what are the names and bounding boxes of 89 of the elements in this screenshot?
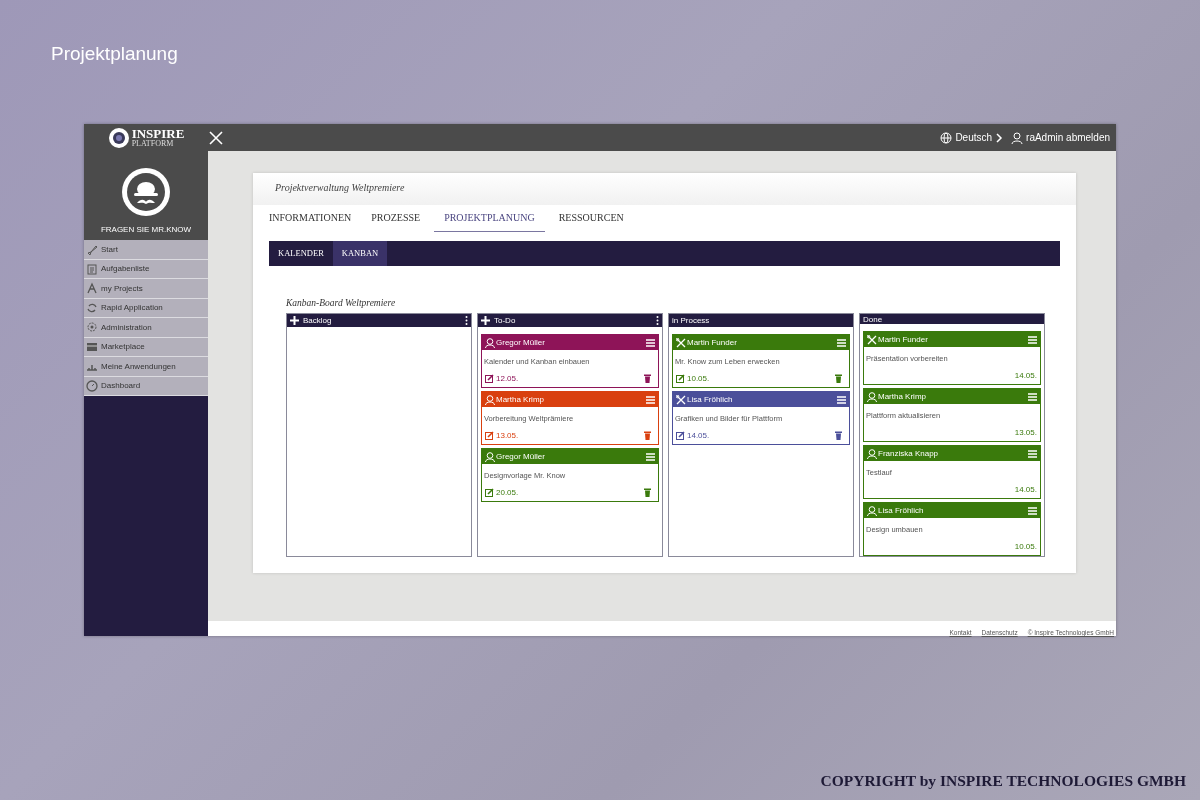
hamburger-menu-icon[interactable] xyxy=(1028,392,1037,401)
kebab-menu-icon[interactable] xyxy=(465,316,468,325)
person-icon xyxy=(485,394,495,405)
hamburger-menu-icon[interactable] xyxy=(1028,449,1037,458)
due-date: 10.05. xyxy=(687,373,710,383)
due-date: 14.05. xyxy=(687,430,710,440)
due-date: 13.05. xyxy=(1014,427,1037,437)
trash-icon[interactable] xyxy=(835,373,842,383)
tab[interactable]: PROJEKTPLANUNG xyxy=(434,205,545,232)
hamburger-menu-icon[interactable] xyxy=(646,395,655,404)
assignee-name: Gregor Müller xyxy=(496,338,546,347)
assignee-name: Lisa Fröhlich xyxy=(878,506,925,515)
hamburger-menu-icon[interactable] xyxy=(646,338,655,347)
menu-item-icon xyxy=(86,321,98,334)
globe-icon xyxy=(940,131,953,144)
column-title: Backlog xyxy=(303,316,333,325)
board-title: Kanban-Board Weltpremiere xyxy=(286,298,397,308)
edit-icon[interactable] xyxy=(676,373,685,383)
due-date: 10.05. xyxy=(1014,541,1037,551)
language-selector[interactable]: Deutsch xyxy=(940,131,1004,144)
plus-icon[interactable] xyxy=(481,316,490,325)
subtab[interactable]: KANBAN xyxy=(332,241,388,266)
logout-link[interactable]: raAdmin abmelden xyxy=(1011,131,1110,144)
crossed-tools-icon xyxy=(676,394,686,405)
copyright-text: COPYRIGHT by INSPIRE TECHNOLOGIES GMBH xyxy=(820,772,1186,790)
person-icon xyxy=(867,391,877,402)
edit-icon[interactable] xyxy=(485,373,494,383)
assignee-name: Lisa Fröhlich xyxy=(687,395,734,404)
kebab-menu-icon[interactable] xyxy=(656,316,659,325)
sidebar-item[interactable]: Start xyxy=(84,240,208,260)
due-date: 12.05. xyxy=(496,373,519,383)
menu-item-icon xyxy=(86,340,98,353)
column-title: To-Do xyxy=(494,316,517,325)
trash-icon[interactable] xyxy=(644,487,651,497)
sidebar-item[interactable]: Dashboard xyxy=(84,376,208,396)
column-title: Done xyxy=(863,314,884,324)
menu-item-icon xyxy=(86,301,98,314)
assignee-name: Franziska Knapp xyxy=(878,449,940,458)
sidebar-item[interactable]: Aufgabenliste xyxy=(84,259,208,279)
menu-item-icon xyxy=(86,282,98,295)
person-icon xyxy=(867,505,877,516)
close-icon[interactable] xyxy=(208,129,224,146)
edit-icon[interactable] xyxy=(485,430,494,440)
hamburger-menu-icon[interactable] xyxy=(837,338,846,347)
trash-icon[interactable] xyxy=(835,430,842,440)
sidebar-item[interactable]: Meine Anwendungen xyxy=(84,357,208,377)
trash-icon[interactable] xyxy=(644,373,651,383)
crossed-tools-icon xyxy=(676,337,686,348)
due-date: 13.05. xyxy=(496,430,519,440)
sidebar-item[interactable]: Rapid Application xyxy=(84,298,208,318)
hamburger-menu-icon[interactable] xyxy=(837,395,846,404)
crossed-tools-icon xyxy=(867,334,877,345)
sidebar-item[interactable]: Marketplace xyxy=(84,337,208,357)
assignee-name: Gregor Müller xyxy=(496,452,546,461)
due-date: 20.05. xyxy=(496,487,519,497)
edit-icon[interactable] xyxy=(485,487,494,497)
subtab[interactable]: KALENDER xyxy=(269,241,333,266)
page-title: Projektverwaltung Weltpremiere xyxy=(253,173,1076,205)
assignee-name: Martha Krimp xyxy=(878,392,927,401)
chevron-icon xyxy=(995,132,1004,143)
edit-icon[interactable] xyxy=(676,430,685,440)
assignee-name: Martin Funder xyxy=(878,335,929,344)
hamburger-menu-icon[interactable] xyxy=(646,452,655,461)
assignee-name: Martha Krimp xyxy=(496,395,545,404)
logo-text: INSPIRE xyxy=(131,127,185,139)
mustache-avatar-icon xyxy=(120,166,172,218)
menu-item-icon xyxy=(86,243,98,256)
hamburger-menu-icon[interactable] xyxy=(1028,506,1037,515)
assistant-label[interactable]: FRAGEN SIE MR.KNOW xyxy=(100,225,192,234)
tab[interactable]: PROZESSE xyxy=(365,205,427,232)
menu-item-icon xyxy=(86,379,98,392)
person-icon xyxy=(485,451,495,462)
plus-icon[interactable] xyxy=(290,316,299,325)
sidebar-item[interactable]: my Projects xyxy=(84,279,208,299)
assignee-name: Martin Funder xyxy=(687,338,738,347)
slide-title: Projektplanung xyxy=(51,42,179,66)
person-icon xyxy=(867,448,877,459)
user-icon xyxy=(1011,131,1024,144)
sidebar-item[interactable]: Administration xyxy=(84,318,208,338)
tab[interactable]: INFORMATIONEN xyxy=(263,205,358,232)
due-date: 14.05. xyxy=(1014,370,1037,380)
menu-item-icon xyxy=(86,262,98,275)
tab[interactable]: RESSOURCEN xyxy=(552,205,630,232)
person-icon xyxy=(485,337,495,348)
logo-subtext: PLATFORM xyxy=(131,138,175,148)
due-date: 14.05. xyxy=(1014,484,1037,494)
column-title: in Process xyxy=(672,316,711,325)
trash-icon[interactable] xyxy=(644,430,651,440)
hamburger-menu-icon[interactable] xyxy=(1028,335,1037,344)
